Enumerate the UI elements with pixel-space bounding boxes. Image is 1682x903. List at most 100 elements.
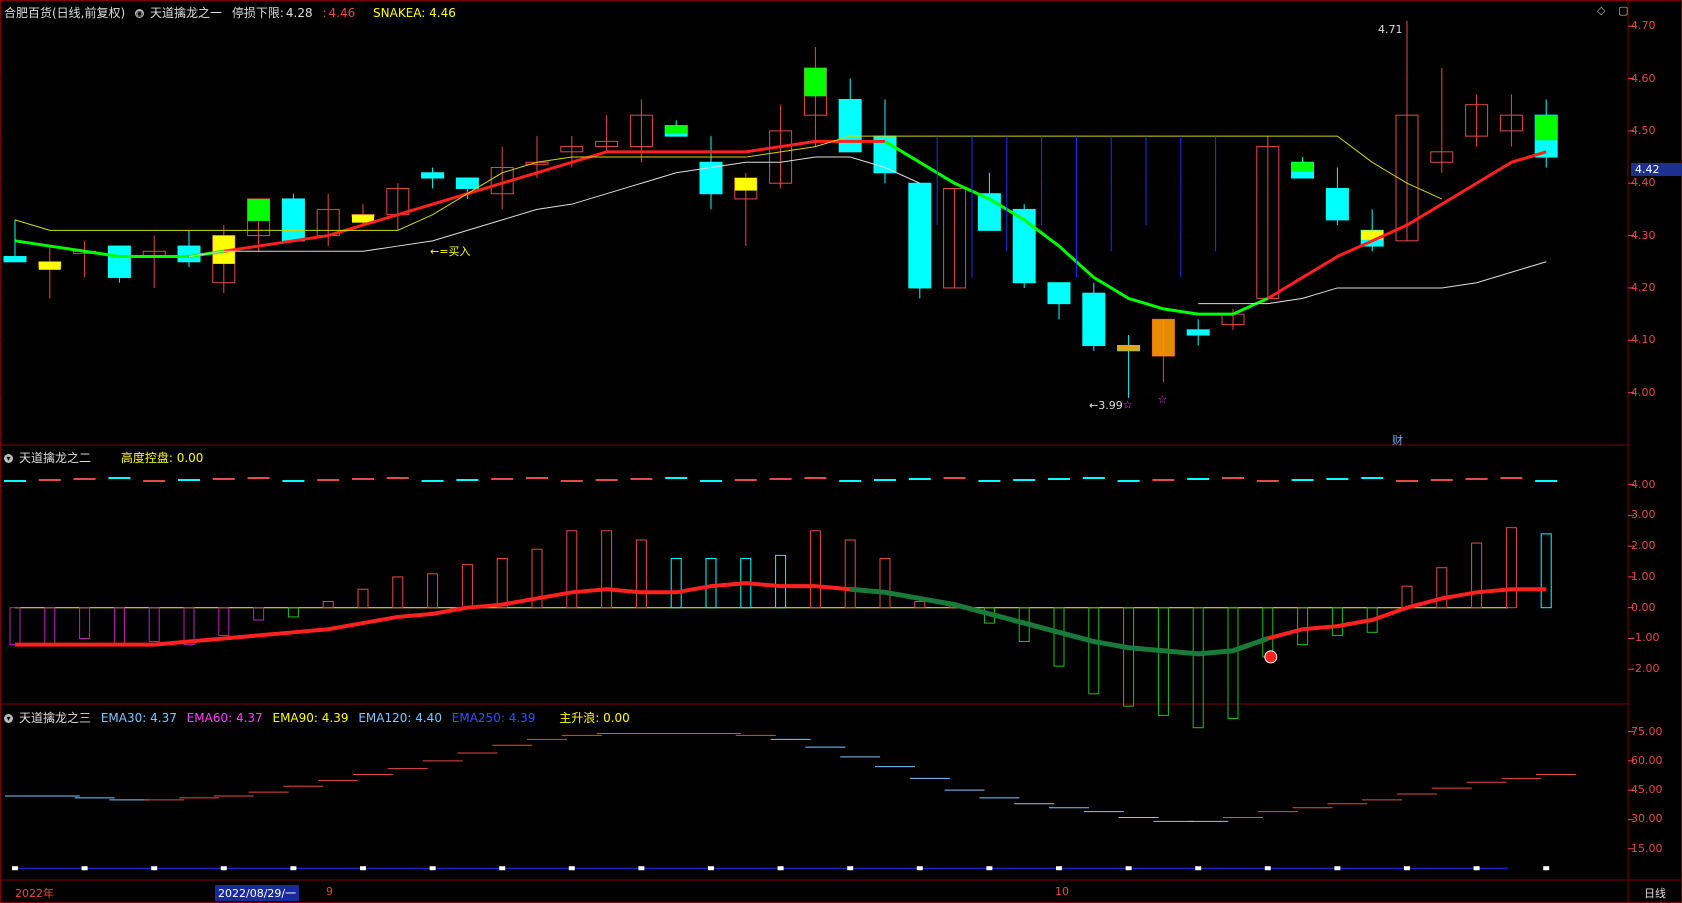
macd-bar — [1227, 607, 1239, 719]
ytick-bottom: 45.00 — [1631, 783, 1663, 797]
panel3-title: ▾ 天道擒龙之三 EMA30: 4.37 EMA60: 4.37 EMA90: 4… — [4, 709, 636, 726]
mini-bar — [1152, 479, 1175, 481]
macd-bar — [809, 530, 821, 609]
mini-bar — [1430, 479, 1453, 481]
macd-bar — [461, 564, 473, 609]
ytick-mid: 0.00 — [1631, 600, 1656, 614]
macd-bar — [1505, 527, 1517, 609]
macd-bar — [566, 530, 578, 609]
macd-bar — [1192, 607, 1204, 729]
bottom-dot — [1056, 866, 1062, 871]
bottom-dot — [151, 866, 158, 871]
macd-bar — [357, 588, 369, 609]
ytick-bottom: 60.00 — [1631, 753, 1663, 767]
ytick-mid: 4.00 — [1631, 477, 1656, 491]
settings-icon[interactable]: ◉ — [135, 9, 145, 18]
mini-bar — [108, 477, 131, 479]
stock-name: 合肥百货(日线,前复权) — [4, 6, 126, 20]
bottom-dot — [916, 866, 923, 871]
ytick-main: 4.40 — [1631, 176, 1656, 190]
macd-bar — [844, 539, 856, 609]
bottom-dot — [1404, 866, 1410, 871]
diamond-icon[interactable]: ◇ — [1597, 4, 1605, 17]
macd-bar — [287, 607, 299, 618]
bottom-dot — [708, 866, 714, 871]
candle-body — [455, 177, 479, 189]
macd-bar — [1436, 567, 1448, 609]
mini-bar — [1535, 480, 1558, 482]
macd-bar — [218, 607, 230, 636]
ytick-mid: -1.00 — [1631, 631, 1660, 645]
macd-bar — [1540, 533, 1552, 609]
sep: : — [322, 6, 327, 20]
signal-orange — [1117, 345, 1140, 351]
bottom-dot — [777, 866, 784, 871]
panel2-control: 高度控盘: 0.00 — [120, 451, 204, 465]
candle-body — [1082, 292, 1106, 347]
mini-bar — [978, 480, 1001, 482]
candle-body — [421, 172, 445, 179]
macd-bar — [1123, 607, 1135, 707]
bottom-dot — [12, 866, 18, 871]
star-icon: ☆ — [1157, 393, 1167, 406]
mini-bar — [769, 478, 792, 480]
ytick-main: 4.60 — [1631, 71, 1656, 85]
candle-body — [281, 198, 305, 242]
ytick-bottom: 15.00 — [1631, 841, 1663, 855]
candle-body — [1047, 282, 1071, 305]
candle-body — [1186, 329, 1210, 336]
x-year: 2022年 — [15, 887, 54, 900]
window-icon[interactable]: ▢ — [1618, 4, 1628, 17]
bottom-dot — [1334, 866, 1341, 871]
panel3-name[interactable]: 天道擒龙之三 — [19, 711, 91, 725]
mini-bar — [560, 480, 583, 482]
mini-bar — [734, 479, 757, 481]
macd-bar — [775, 554, 787, 609]
signal-block — [804, 68, 827, 97]
period-label[interactable]: 日线 — [1644, 885, 1666, 901]
mini-bar — [630, 478, 653, 480]
macd-bar — [1331, 607, 1343, 636]
macd-bar — [1297, 607, 1309, 646]
ytick-main: 4.00 — [1631, 385, 1656, 399]
signal-orange — [1152, 319, 1175, 356]
macd-bar — [879, 557, 891, 609]
ytick-mid: 1.00 — [1631, 569, 1656, 583]
mini-bar — [317, 479, 340, 481]
bottom-dot — [429, 866, 436, 871]
macd-bar — [635, 539, 647, 609]
mini-bar — [700, 480, 722, 482]
current-price-tag: 4.42 — [1631, 163, 1682, 176]
panel3-settings-icon[interactable]: ▾ — [4, 714, 13, 723]
stop-value: 4.28 — [285, 6, 313, 20]
macd-bar — [392, 576, 404, 609]
signal-block — [734, 178, 757, 191]
mini-bar — [1465, 478, 1488, 480]
mini-bar — [247, 477, 270, 479]
bottom-dot — [360, 866, 366, 871]
x-date-cursor[interactable]: 2022/08/29/一 — [215, 885, 300, 901]
macd-bar — [1401, 585, 1413, 609]
candle-body — [838, 98, 862, 153]
ema120: EMA120: 4.40 — [358, 711, 442, 725]
macd-bar — [1053, 607, 1065, 667]
mini-bar — [595, 479, 618, 481]
mini-bar — [456, 479, 479, 481]
chart-canvas[interactable]: ☆ ☆ — [0, 0, 1682, 903]
mini-bar — [943, 477, 966, 479]
x-month-9: 9 — [326, 885, 333, 898]
high-label: 4.71 — [1378, 23, 1403, 36]
indicator-name[interactable]: 天道擒龙之一 — [150, 6, 222, 20]
mini-bar — [1048, 478, 1070, 480]
macd-bar — [705, 557, 717, 609]
ma-white-2 — [1198, 261, 1547, 305]
bottom-dot — [1195, 866, 1202, 871]
panel2-name[interactable]: 天道擒龙之二 — [19, 451, 91, 465]
ytick-main: 4.50 — [1631, 123, 1656, 137]
ytick-bottom: 30.00 — [1631, 812, 1663, 826]
panel2-settings-icon[interactable]: ▾ — [4, 454, 13, 463]
ytick-bottom: 75.00 — [1631, 724, 1663, 738]
main-panel-title: 合肥百货(日线,前复权) ◉ 天道擒龙之一 停损下限: 4.28 :4.46 SNA… — [4, 4, 462, 21]
macd-bar — [148, 607, 160, 643]
macd-bar — [496, 557, 508, 609]
